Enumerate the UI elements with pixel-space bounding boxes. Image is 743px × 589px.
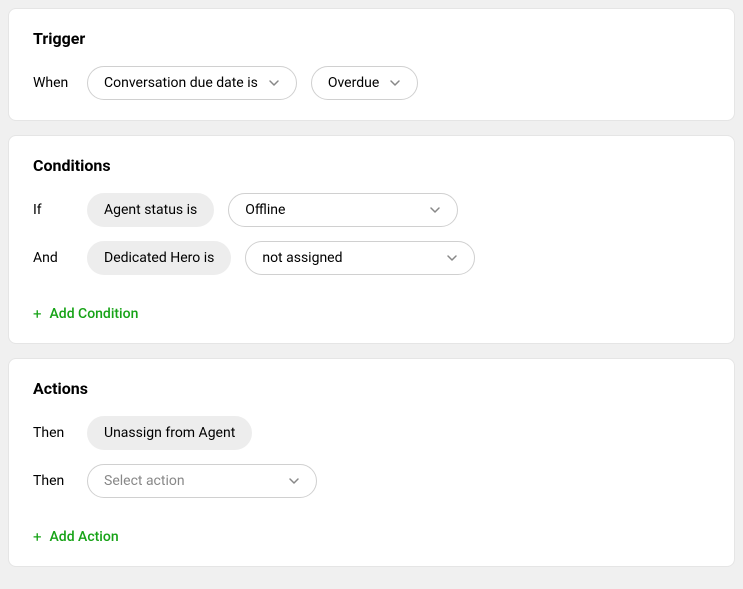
action-prefix: Then [33, 425, 73, 441]
action-placeholder-label: Select action [104, 473, 185, 489]
condition-value-label: Offline [245, 202, 285, 218]
plus-icon: + [33, 305, 42, 323]
action-row: Then Select action [33, 464, 710, 498]
trigger-value-select[interactable]: Overdue [311, 66, 418, 100]
actions-title: Actions [33, 379, 710, 398]
conditions-card: Conditions If Agent status is Offline An… [8, 135, 735, 344]
add-condition-button[interactable]: + Add Condition [33, 305, 138, 323]
actions-card: Actions Then Unassign from Agent Then Se… [8, 358, 735, 567]
conditions-title: Conditions [33, 156, 710, 175]
trigger-field-label: Conversation due date is [104, 75, 258, 91]
chevron-down-icon [288, 475, 300, 487]
action-field-label: Unassign from Agent [104, 425, 235, 441]
chevron-down-icon [429, 204, 441, 216]
plus-icon: + [33, 528, 42, 546]
trigger-card: Trigger When Conversation due date is Ov… [8, 8, 735, 121]
chevron-down-icon [268, 77, 280, 89]
trigger-prefix: When [33, 75, 73, 91]
condition-value-label: not assigned [262, 250, 342, 266]
condition-value-select[interactable]: not assigned [245, 241, 475, 275]
trigger-title: Trigger [33, 29, 710, 48]
trigger-row: When Conversation due date is Overdue [33, 66, 710, 100]
condition-field-label: Dedicated Hero is [104, 250, 214, 266]
chevron-down-icon [389, 77, 401, 89]
action-placeholder-select[interactable]: Select action [87, 464, 317, 498]
condition-field-select[interactable]: Dedicated Hero is [87, 241, 231, 275]
action-field-select[interactable]: Unassign from Agent [87, 416, 252, 450]
condition-field-select[interactable]: Agent status is [87, 193, 214, 227]
add-action-button[interactable]: + Add Action [33, 528, 119, 546]
trigger-value-label: Overdue [328, 75, 379, 91]
condition-value-select[interactable]: Offline [228, 193, 458, 227]
action-prefix: Then [33, 473, 73, 489]
trigger-field-select[interactable]: Conversation due date is [87, 66, 297, 100]
condition-field-label: Agent status is [104, 202, 197, 218]
condition-row: If Agent status is Offline [33, 193, 710, 227]
action-row: Then Unassign from Agent [33, 416, 710, 450]
chevron-down-icon [446, 252, 458, 264]
add-action-label: Add Action [50, 529, 119, 545]
condition-prefix: And [33, 250, 73, 266]
condition-row: And Dedicated Hero is not assigned [33, 241, 710, 275]
add-condition-label: Add Condition [50, 306, 139, 322]
condition-prefix: If [33, 202, 73, 218]
